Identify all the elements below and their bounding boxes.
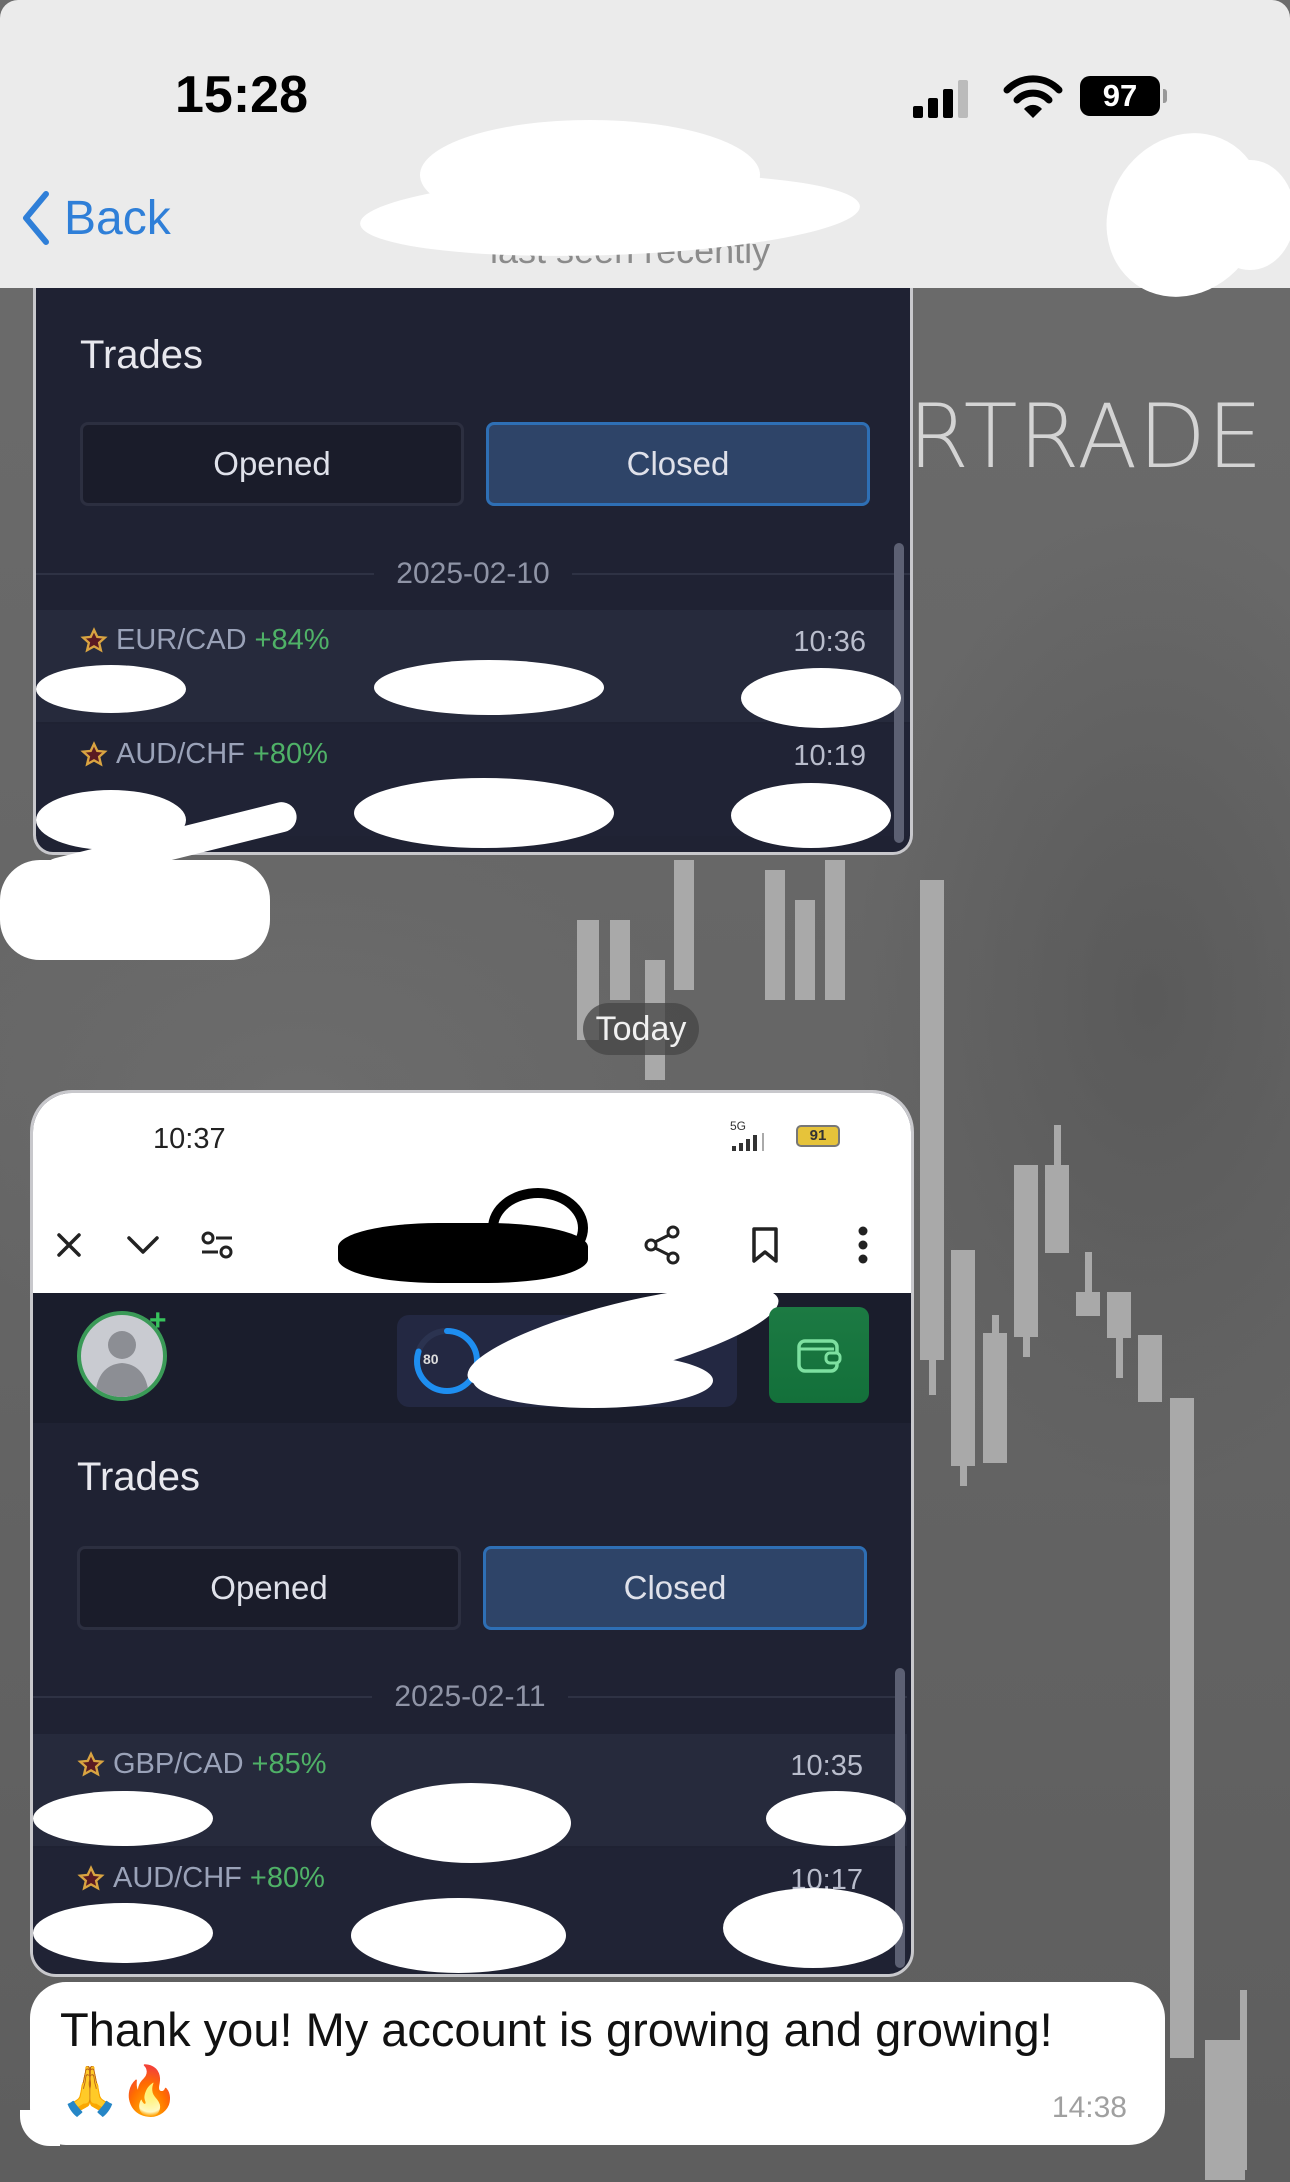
message-bubble[interactable]: Thank you! My account is growing and gro… [30, 1982, 1165, 2145]
wallpaper-wick [1116, 1338, 1123, 1378]
back-label: Back [64, 191, 171, 245]
more-vertical-icon[interactable] [841, 1223, 885, 1267]
phone-battery-icon: 91 [796, 1125, 840, 1147]
redaction [473, 1353, 713, 1408]
wallpaper-candle [1014, 1165, 1038, 1337]
back-button[interactable]: Back [20, 190, 171, 246]
date-separator: 2025-02-11 [33, 1677, 908, 1717]
trade-pair: EUR/CAD [116, 624, 247, 656]
redaction [488, 1188, 588, 1268]
app-header: + 80 [33, 1265, 911, 1423]
message-time: 14:38 [1051, 2091, 1127, 2124]
tab-opened[interactable]: Opened [80, 422, 464, 506]
wallpaper-candle [1107, 1292, 1131, 1338]
wallet-icon [797, 1339, 842, 1373]
redaction [351, 1898, 566, 1973]
site-settings-icon[interactable] [195, 1223, 239, 1267]
chevron-left-icon [23, 191, 49, 245]
trade-payout: +84% [254, 624, 330, 656]
bookmark-icon[interactable] [743, 1223, 787, 1267]
phone-status-bar: 10:37 5G 91 [33, 1093, 911, 1293]
star-icon[interactable] [80, 740, 108, 769]
date-separator: 2025-02-10 [36, 554, 910, 594]
network-label: 5G [730, 1119, 747, 1133]
trade-payout: +85% [251, 1748, 327, 1780]
tab-opened[interactable]: Opened [77, 1546, 461, 1630]
trades-title: Trades [77, 1455, 201, 1499]
chat-header: 15:28 97 Back last seen recently [0, 0, 1290, 328]
message-emoji: 🙏🔥 [60, 2065, 180, 2118]
redaction [374, 660, 604, 715]
redaction [1205, 160, 1290, 270]
trade-time: 10:36 [793, 626, 866, 658]
trades-title: Trades [80, 333, 204, 377]
star-icon[interactable] [77, 1750, 105, 1779]
wallpaper-candle [610, 920, 630, 1000]
redaction [0, 860, 270, 960]
wallpaper-candle [795, 900, 815, 1000]
wallet-button[interactable] [769, 1307, 869, 1403]
wallpaper-candle [765, 870, 785, 1000]
message-text: Thank you! My account is growing and gro… [60, 2003, 1053, 2056]
progress-label: 80 [423, 1351, 439, 1367]
tab-closed[interactable]: Closed [486, 422, 870, 506]
star-icon[interactable] [80, 626, 108, 655]
redaction [731, 783, 891, 848]
cellular-signal-icon [913, 80, 983, 118]
trade-date: 2025-02-11 [394, 1680, 546, 1713]
wallpaper-wick [1085, 1252, 1092, 1292]
trade-payout: +80% [252, 738, 328, 770]
wallpaper-candle [1205, 2040, 1245, 2180]
trade-pair: AUD/CHF [116, 738, 245, 770]
wallpaper-candle [983, 1333, 1007, 1463]
chevron-down-icon[interactable] [121, 1223, 165, 1267]
wallpaper-candle [920, 880, 944, 1360]
progress-ring [414, 1328, 480, 1394]
close-icon[interactable] [47, 1223, 91, 1267]
redaction [36, 665, 186, 713]
wallpaper-candle [1045, 1165, 1069, 1253]
trade-pair: AUD/CHF [113, 1862, 242, 1894]
wallpaper-candle [1076, 1292, 1100, 1316]
wallpaper-wick [992, 1315, 999, 1335]
trades-screenshot-1[interactable]: Trades Opened Closed 2025-02-10 EUR/CAD … [33, 288, 913, 855]
wifi-icon [1003, 75, 1063, 118]
date-pill-today: Today [583, 1003, 699, 1055]
trade-date: 2025-02-10 [396, 557, 550, 590]
battery-icon: 97 [1080, 76, 1160, 116]
redaction [33, 1903, 213, 1963]
status-bar-time: 15:28 [175, 66, 308, 124]
cellular-signal-icon [732, 1133, 764, 1151]
wallpaper-candle [951, 1250, 975, 1466]
wallpaper-candle [674, 860, 694, 990]
share-icon[interactable] [641, 1223, 685, 1267]
wallpaper-candle [1138, 1335, 1162, 1402]
star-icon[interactable] [77, 1864, 105, 1893]
wallpaper-wick [1054, 1125, 1061, 1165]
redaction [723, 1888, 903, 1968]
redaction [371, 1783, 571, 1863]
redaction [354, 778, 614, 848]
trade-time: 10:35 [790, 1750, 863, 1782]
wallpaper-wick [960, 1466, 967, 1486]
redaction [766, 1791, 906, 1846]
redaction [420, 120, 760, 230]
browser-toolbar [33, 1188, 911, 1293]
redaction [741, 668, 901, 728]
trade-time: 10:19 [793, 740, 866, 772]
phone-network: 5G [730, 1119, 770, 1151]
wallpaper-wick [929, 1355, 936, 1395]
wallpaper-watermark: RTRADE [908, 385, 1264, 488]
wallpaper-candle [825, 860, 845, 1000]
trade-payout: +80% [249, 1862, 325, 1894]
add-icon[interactable]: + [149, 1306, 171, 1336]
wallpaper-candle [1170, 1398, 1194, 2058]
trade-pair: GBP/CAD [113, 1748, 244, 1780]
redaction [33, 1791, 213, 1846]
phone-time: 10:37 [153, 1123, 226, 1155]
trades-screenshot-2[interactable]: 10:37 5G 91 + 80 Trades Opened Closed 20… [30, 1090, 914, 1977]
wallpaper-wick [1023, 1337, 1030, 1357]
tab-closed[interactable]: Closed [483, 1546, 867, 1630]
battery-nub [1163, 89, 1167, 103]
